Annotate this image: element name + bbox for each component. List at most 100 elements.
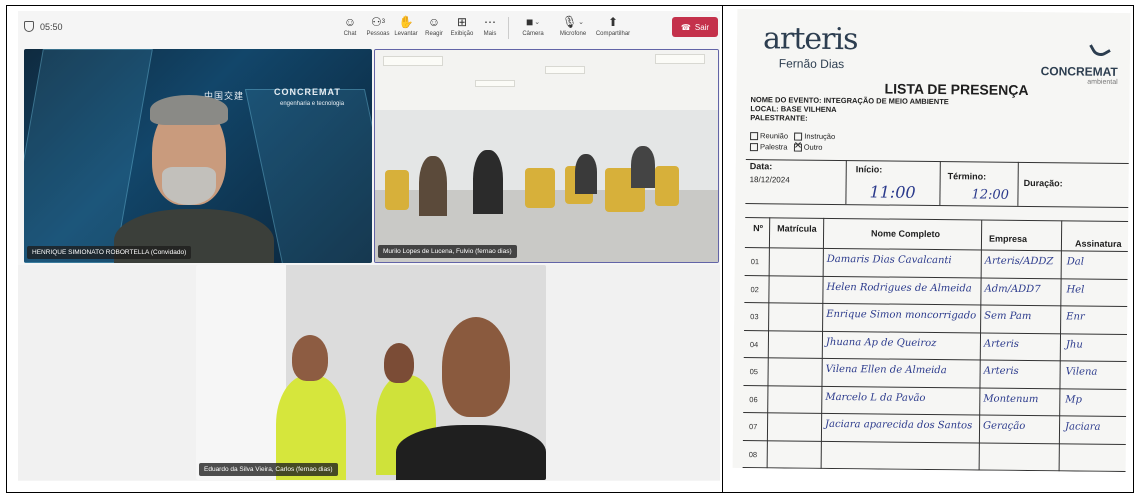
leave-button[interactable]: ☎ Sair <box>672 17 718 37</box>
raise-hand-button[interactable]: ✋ Levantar <box>392 13 420 39</box>
camera-button[interactable]: ■ ⌄ Câmera <box>513 13 553 39</box>
type-label: Outro <box>803 142 823 152</box>
event-meta: NOME DO EVENTO: INTEGRAÇÃO DE MEIO AMBIE… <box>750 95 949 124</box>
row-company: Adm/ADD7 <box>984 283 1041 295</box>
wall-door <box>196 265 286 480</box>
participant-name: Murilo Lopes de Lucena, Fulvio (fernao d… <box>378 245 517 258</box>
row-number: 03 <box>750 312 759 322</box>
attendee <box>631 146 655 188</box>
camera-chevron-down-icon[interactable]: ⌄ <box>534 18 540 26</box>
ceiling-light <box>383 56 443 66</box>
rule <box>939 161 941 206</box>
chair <box>655 166 679 206</box>
people-icon: ⚇ 3 <box>370 15 386 29</box>
row-full-name: Enrique Simon moncorrigado <box>826 308 977 322</box>
microphone-label: Microfone <box>559 31 587 37</box>
share-button[interactable]: ⬆ Compartilhar <box>593 13 633 39</box>
frame-divider <box>722 5 723 493</box>
row-number: 02 <box>750 284 759 294</box>
video-tile-murilo[interactable]: Murilo Lopes de Lucena, Fulvio (fernao d… <box>374 49 719 263</box>
view-button[interactable]: ⊞ Exibição <box>448 13 476 39</box>
ceiling-light <box>655 54 705 64</box>
rule <box>745 217 1129 223</box>
attendee <box>473 150 503 214</box>
speaker-label: PALESTRANTE: <box>750 113 808 123</box>
type-label: Instrução <box>804 131 836 141</box>
col-header-name: Nome Completo <box>871 228 941 240</box>
meeting-window: 05:50 ☺ Chat ⚇ 3 Pessoas ✋ Levantar ☺ Rea… <box>18 11 720 481</box>
row-company: Arteris/ADDZ <box>984 255 1054 268</box>
share-icon: ⬆ <box>607 15 619 29</box>
participant-name: Eduardo da Silva Vieira, Carlos (fernao … <box>199 463 338 476</box>
phone-hangup-icon: ☎ <box>680 22 691 32</box>
react-label: Reagir <box>425 31 443 37</box>
partner-subtitle: ambiental <box>1087 78 1118 86</box>
date-value: 18/12/2024 <box>749 175 790 185</box>
row-signature: Jhu <box>1065 338 1083 351</box>
row-number: 07 <box>748 422 758 432</box>
react-button[interactable]: ☺ Reagir <box>420 13 448 39</box>
arteris-subtitle: Fernão Dias <box>778 56 845 72</box>
chair <box>385 170 409 210</box>
row-number: 01 <box>750 257 760 267</box>
row-rule <box>743 384 1127 390</box>
start-value: 11:00 <box>869 182 916 202</box>
row-number: 06 <box>749 394 758 404</box>
view-label: Exibição <box>450 31 474 37</box>
type-label: Reunião <box>760 131 789 141</box>
row-company: Geração <box>983 420 1026 432</box>
row-rule <box>744 274 1128 280</box>
row-number: 08 <box>748 449 758 459</box>
background-concremat-logo: CONCREMAT <box>274 87 341 97</box>
background-logo-subtitle: engenharia e tecnologia <box>280 101 345 107</box>
partner-name: CONCREMAT <box>1040 64 1118 79</box>
rule <box>745 159 1129 165</box>
row-full-name: Jhuana Ap de Queiroz <box>825 336 937 349</box>
leave-label: Sair <box>694 22 710 32</box>
start-label: Início: <box>855 164 883 175</box>
concremat-logo-icon <box>1089 37 1111 60</box>
row-signature: Jaciara <box>1064 421 1101 433</box>
more-button[interactable]: ⋯ Mais <box>476 13 504 39</box>
attendee-head <box>292 335 328 381</box>
end-label: Término: <box>947 171 987 182</box>
ceiling-light <box>475 80 515 87</box>
chat-icon: ☺ <box>343 15 357 29</box>
timer-text: 05:50 <box>40 21 63 32</box>
microphone-button[interactable]: 🎙 ⌄ Microfone <box>553 13 593 39</box>
video-tile-henrique[interactable]: 中国交建 CONCREMAT engenharia e tecnologia H… <box>24 49 372 263</box>
attendance-sheet-photo: arteris Fernão Dias CONCREMAT ambiental … <box>732 8 1131 473</box>
checkbox <box>749 143 759 152</box>
date-label: Data: <box>749 161 773 172</box>
type-label: Palestra <box>759 142 788 152</box>
col-header-company: Empresa <box>988 233 1028 245</box>
video-tile-eduardo[interactable]: Eduardo da Silva Vieira, Carlos (fernao … <box>196 265 546 480</box>
checkbox <box>750 132 759 141</box>
meeting-toolbar: 05:50 ☺ Chat ⚇ 3 Pessoas ✋ Levantar ☺ Rea… <box>18 11 720 45</box>
mic-chevron-down-icon[interactable]: ⌄ <box>578 18 584 26</box>
row-company: Sem Pam <box>984 310 1032 323</box>
arteris-logo: arteris <box>762 21 858 58</box>
row-rule <box>743 412 1127 418</box>
row-number: 04 <box>749 339 759 349</box>
raise-hand-label: Levantar <box>394 31 418 37</box>
react-icon: ☺ <box>427 15 441 29</box>
camera-icon: ■ ⌄ <box>525 15 541 29</box>
attendee-head <box>384 343 414 383</box>
checkbox <box>794 132 803 141</box>
chat-button[interactable]: ☺ Chat <box>336 13 364 39</box>
participant-name: HENRIQUE SIMIONATO ROBORTELLA (Convidado… <box>27 246 192 259</box>
people-button[interactable]: ⚇ 3 Pessoas <box>364 13 392 39</box>
rule <box>766 217 771 469</box>
row-rule <box>744 329 1128 335</box>
row-rule <box>744 302 1128 308</box>
rule <box>820 217 825 469</box>
people-count: 3 <box>381 19 386 25</box>
toolbar-buttons: ☺ Chat ⚇ 3 Pessoas ✋ Levantar ☺ Reagir ⊞ … <box>336 13 633 39</box>
rule <box>744 247 1128 253</box>
shield-icon <box>24 21 34 32</box>
row-number: 05 <box>749 367 759 377</box>
row-company: Montenum <box>983 393 1039 405</box>
toolbar-separator <box>508 17 509 39</box>
ceiling-light <box>545 66 585 74</box>
